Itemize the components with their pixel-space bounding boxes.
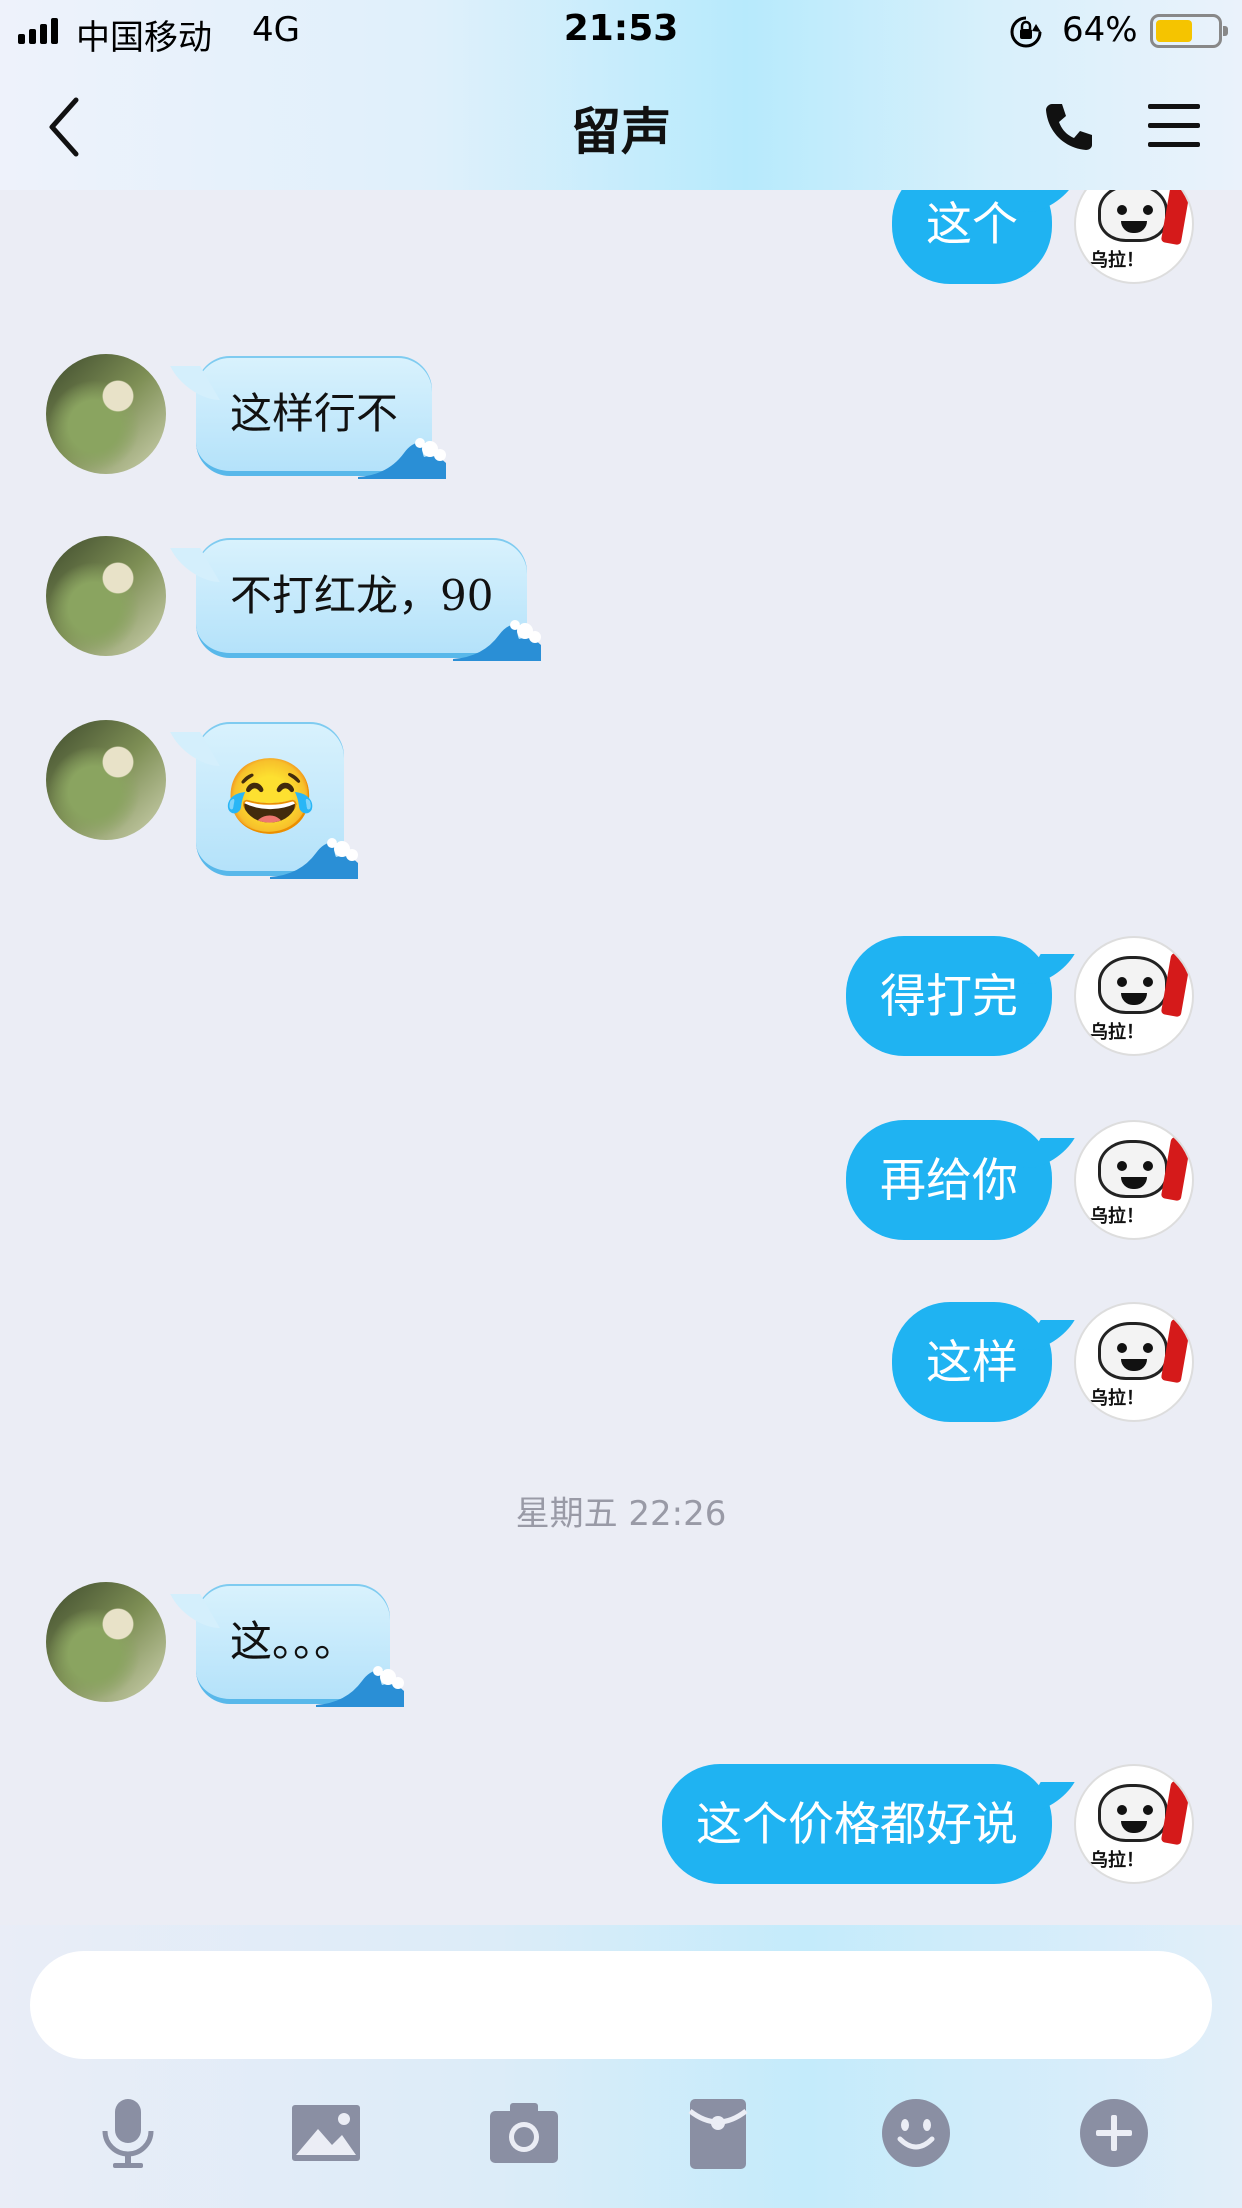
avatar-sticker-text: 乌拉！ [1090,250,1144,271]
message-text: 这个价格都好说 [696,1797,1018,1851]
my-avatar[interactable]: 乌拉！ [1074,1764,1194,1884]
incoming-message[interactable]: 😂 [170,722,359,879]
rotation-lock-icon [1010,16,1042,48]
message-text: 再给你 [880,1153,1018,1207]
image-icon[interactable] [286,2093,366,2173]
avatar-sticker-text: 乌拉！ [1090,1022,1144,1043]
message-row: 这样 乌拉！ [0,1302,1242,1432]
my-avatar[interactable]: 乌拉！ [1074,1120,1194,1240]
status-time: 21:53 [563,8,679,49]
plus-icon[interactable] [1074,2093,1154,2173]
battery-icon [1150,14,1228,48]
message-row: 不打红龙，90 [0,536,1242,666]
outgoing-message[interactable]: 这样 [892,1302,1075,1422]
message-row: 这。。。 [0,1582,1242,1712]
avatar-sticker-text: 乌拉！ [1090,1206,1144,1227]
input-toolbar [0,2093,1242,2183]
message-timestamp: 星期五 22:26 [515,1494,727,1534]
incoming-message[interactable]: 这样行不 [170,356,447,479]
wave-decoration [358,438,447,479]
message-row: 这个 乌拉！ [0,190,1242,290]
menu-icon[interactable] [1146,100,1202,152]
emoji-icon[interactable] [876,2093,956,2173]
my-avatar[interactable]: 乌拉！ [1074,936,1194,1056]
outgoing-message[interactable]: 得打完 [846,936,1075,1056]
my-avatar[interactable]: 乌拉！ [1074,190,1194,284]
input-panel [0,1925,1242,2208]
mic-icon[interactable] [88,2093,168,2173]
avatar-sticker-text: 乌拉！ [1090,1850,1144,1871]
message-text: 这样 [926,1335,1018,1389]
message-row: 再给你 乌拉！ [0,1120,1242,1250]
message-row: 得打完 乌拉！ [0,936,1242,1066]
contact-avatar[interactable] [46,354,166,474]
contact-avatar[interactable] [46,1582,166,1702]
battery-percent: 64% [1062,10,1138,50]
wave-decoration [316,1666,405,1707]
wave-decoration [270,838,359,879]
contact-avatar[interactable] [46,720,166,840]
message-text: 这个 [926,197,1018,251]
outgoing-message[interactable]: 这个 [892,190,1075,284]
chat-area[interactable]: 这个 乌拉！ 这样行不 不打红龙，90 😂 得打完 乌拉！ 再给你 乌拉！ 这样… [0,190,1242,1925]
message-input[interactable] [30,1951,1212,2059]
phone-call-icon[interactable] [1040,98,1098,156]
wave-decoration [453,620,542,661]
red-packet-icon[interactable] [678,2093,758,2173]
contact-avatar[interactable] [46,536,166,656]
avatar-sticker-text: 乌拉！ [1090,1388,1144,1409]
outgoing-message[interactable]: 再给你 [846,1120,1075,1240]
incoming-message[interactable]: 不打红龙，90 [170,538,542,661]
message-row: 这个价格都好说 乌拉！ [0,1764,1242,1894]
top-bar: 中国移动 4G 21:53 64% 留声 [0,0,1242,190]
nav-bar: 留声 [0,62,1242,190]
message-row: 😂 [0,720,1242,880]
incoming-message[interactable]: 这。。。 [170,1584,405,1707]
outgoing-message[interactable]: 这个价格都好说 [662,1764,1075,1884]
my-avatar[interactable]: 乌拉！ [1074,1302,1194,1422]
status-bar: 中国移动 4G 21:53 64% [0,0,1242,62]
camera-icon[interactable] [484,2093,564,2173]
message-row: 这样行不 [0,354,1242,484]
message-text: 得打完 [880,969,1018,1023]
